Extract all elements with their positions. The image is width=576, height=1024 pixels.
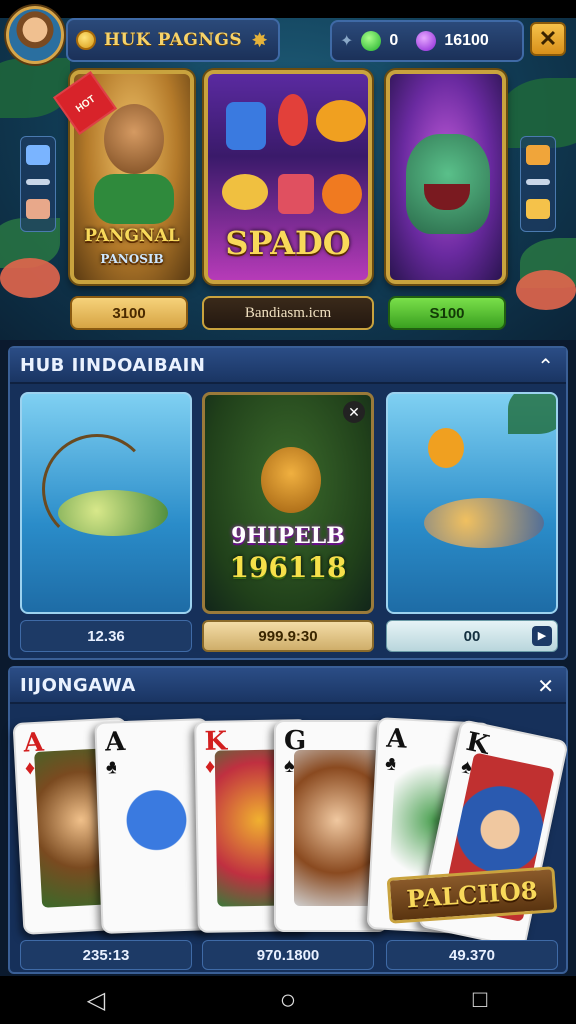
green-gem-icon <box>361 31 382 51</box>
hub-tile-fishing-rod[interactable] <box>20 392 192 614</box>
recents-icon[interactable]: □ <box>460 980 500 1020</box>
add-icon: ✦ <box>340 33 354 50</box>
close-button[interactable]: ✕ <box>530 22 566 56</box>
green-gem-count: 0 <box>389 32 399 49</box>
home-icon[interactable]: ○ <box>268 980 308 1020</box>
bass-fish-icon <box>58 490 168 536</box>
play-arrow-icon[interactable]: ▶ <box>532 626 552 646</box>
hub-value-2[interactable]: 999.9:30 <box>202 620 374 652</box>
slider-icon <box>526 179 550 185</box>
cards-value-3[interactable]: 49.370 <box>386 940 558 970</box>
cards-section-title: IIJONGAWA <box>20 674 136 696</box>
cards-value-2[interactable]: 970.1800 <box>202 940 374 970</box>
featured-card-spado[interactable]: SPADO <box>204 70 372 284</box>
red-fish-icon <box>278 94 308 146</box>
catfish-icon <box>424 498 544 548</box>
status-bar <box>0 0 576 18</box>
coin-icon <box>76 30 96 50</box>
jungle-tile-title: 9HIPELB <box>231 523 345 549</box>
left-side-panel[interactable] <box>20 136 56 232</box>
card-suit: ♦ <box>204 755 216 778</box>
hub-section-header: HUB IINDOAIBAIN ⌃ <box>10 348 566 384</box>
system-nav-bar: ◁ ○ □ <box>0 976 576 1024</box>
sun-emblem-icon: ✸ <box>251 29 268 52</box>
purple-gem-count: 16100 <box>444 32 489 49</box>
blue-fish-icon <box>226 102 266 150</box>
blue-fish-art <box>115 748 207 908</box>
shell-icon <box>26 199 50 219</box>
player-title: HUK PAGNGS <box>104 30 243 50</box>
featured-price-1[interactable]: 3100 <box>70 296 188 330</box>
potion-icon <box>26 145 50 165</box>
explorer-woman-art <box>294 750 380 906</box>
purple-gem-icon <box>416 31 437 51</box>
slider-icon <box>26 179 50 185</box>
goldfish-icon <box>428 428 464 468</box>
right-side-panel[interactable] <box>520 136 556 232</box>
cards-section-header: IIJONGAWA ✕ <box>10 668 566 704</box>
cards-value-1[interactable]: 235:13 <box>20 940 192 970</box>
tribal-figure <box>104 104 164 174</box>
orange-fish-icon <box>322 174 362 214</box>
hub-tile-jungle[interactable]: 9HIPELB 196118 ✕ <box>202 392 374 614</box>
featured-card-title: SPADO <box>225 224 351 262</box>
featured-card-title-line1: PANGNAL <box>84 226 180 246</box>
fish-icon <box>526 145 550 165</box>
hub-value-1[interactable]: 12.36 <box>20 620 192 652</box>
striped-fish-icon <box>222 174 268 210</box>
close-section-icon[interactable]: ✕ <box>537 674 554 699</box>
featured-card-title-line2: PANOSIB <box>100 252 164 266</box>
jungle-creature-icon <box>261 447 321 513</box>
leaf-bundle <box>94 174 174 224</box>
featured-price-2[interactable]: Bandiasm.icm <box>202 296 374 330</box>
bell-icon <box>526 199 550 219</box>
featured-card-sea-monster[interactable] <box>386 70 506 284</box>
player-name-pill[interactable]: HUK PAGNGS ✸ <box>66 18 280 62</box>
hub-section-title: HUB IINDOAIBAIN <box>20 354 206 376</box>
currency-pill[interactable]: ✦ 0 16100 <box>330 20 524 62</box>
featured-price-3[interactable]: S100 <box>388 296 506 330</box>
gold-fish-icon <box>316 100 366 142</box>
player-avatar[interactable] <box>6 6 64 64</box>
back-icon[interactable]: ◁ <box>76 980 116 1020</box>
close-tile-icon[interactable]: ✕ <box>343 401 365 423</box>
red-box-icon <box>278 174 314 214</box>
collapse-chevron-icon[interactable]: ⌃ <box>537 354 554 379</box>
hub-tile-ocean[interactable] <box>386 392 558 614</box>
jungle-tile-number: 196118 <box>229 551 347 584</box>
